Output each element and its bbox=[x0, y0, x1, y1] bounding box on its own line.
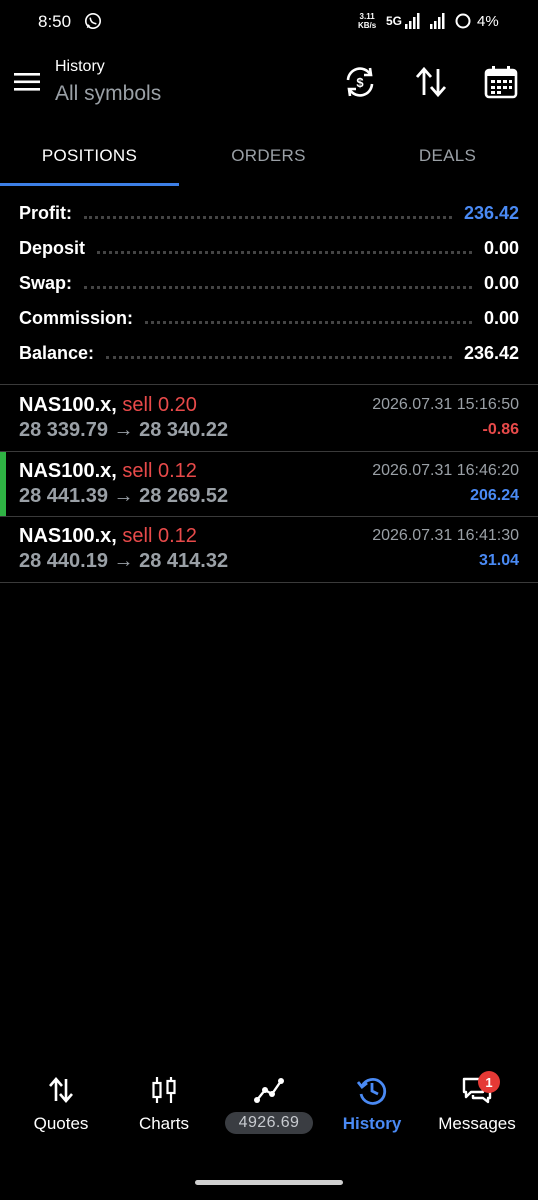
nav-history-label: History bbox=[342, 1114, 402, 1133]
net-speed-value: 3.11 bbox=[359, 12, 375, 21]
deal-symbol-line: NAS100.x, sell 0.12 bbox=[19, 525, 197, 548]
app-bar: History All symbols $ bbox=[0, 50, 538, 120]
history-clock-icon bbox=[356, 1078, 387, 1105]
net-speed: 3.11 KB/s bbox=[358, 12, 376, 30]
profit-label: Profit: bbox=[19, 203, 72, 223]
battery-icon bbox=[455, 13, 471, 29]
deal-side: sell 0.12 bbox=[122, 525, 197, 547]
summary-row-deposit: Deposit 0.00 bbox=[0, 231, 538, 266]
deal-time: 2026.07.31 16:46:20 bbox=[372, 462, 519, 479]
nav-charts-label: Charts bbox=[138, 1114, 190, 1133]
network-type: 5G bbox=[386, 14, 403, 28]
dotted-leader bbox=[84, 216, 452, 219]
tab-orders[interactable]: ORDERS bbox=[179, 126, 358, 186]
deposit-value: 0.00 bbox=[483, 238, 519, 258]
summary-section: Profit: 236.42 Deposit 0.00 Swap: 0.00 C… bbox=[0, 196, 538, 371]
deal-side: sell 0.20 bbox=[122, 394, 197, 416]
symbol-filter[interactable]: All symbols bbox=[55, 82, 161, 106]
swap-value: 0.00 bbox=[483, 273, 519, 293]
deal-prices: 28 339.79 → 28 340.22 bbox=[19, 419, 229, 441]
deal-time: 2026.07.31 16:41:30 bbox=[372, 527, 519, 544]
deal-row[interactable]: NAS100.x, sell 0.20 28 339.79 → 28 340.2… bbox=[0, 386, 538, 451]
whatsapp-icon bbox=[84, 12, 102, 30]
tab-positions[interactable]: POSITIONS bbox=[0, 126, 179, 186]
home-indicator[interactable] bbox=[195, 1180, 343, 1185]
deal-symbol: NAS100.x, bbox=[19, 460, 117, 482]
signal-icon bbox=[405, 13, 420, 29]
selected-accent-bar bbox=[0, 452, 6, 517]
tab-indicator bbox=[0, 183, 179, 186]
summary-row-profit: Profit: 236.42 bbox=[0, 196, 538, 231]
nav-quotes-label: Quotes bbox=[33, 1114, 89, 1133]
nav-messages-label: Messages bbox=[438, 1114, 516, 1133]
deposit-label: Deposit bbox=[19, 238, 86, 258]
commission-label: Commission: bbox=[19, 308, 134, 328]
deal-side: sell 0.12 bbox=[122, 460, 197, 482]
tab-bar: POSITIONS ORDERS DEALS bbox=[0, 126, 538, 186]
sync-icon[interactable]: $ bbox=[342, 64, 378, 100]
signal-icon-2 bbox=[430, 13, 445, 29]
deal-profit: 31.04 bbox=[478, 552, 519, 569]
deal-time: 2026.07.31 15:16:50 bbox=[372, 396, 519, 413]
tab-deals[interactable]: DEALS bbox=[358, 126, 537, 186]
commission-value: 0.00 bbox=[483, 308, 519, 328]
balance-label: Balance: bbox=[19, 343, 95, 363]
equity-pill[interactable]: 4926.69 bbox=[225, 1112, 313, 1134]
summary-row-commission: Commission: 0.00 bbox=[0, 301, 538, 336]
divider bbox=[0, 384, 538, 385]
profit-value: 236.42 bbox=[463, 203, 519, 223]
nav-history[interactable]: History bbox=[322, 1068, 422, 1148]
menu-icon[interactable] bbox=[14, 71, 40, 93]
deal-prices: 28 440.19 → 28 414.32 bbox=[19, 550, 229, 572]
dotted-leader bbox=[84, 286, 472, 289]
nav-charts[interactable]: Charts bbox=[114, 1068, 214, 1148]
trade-line-icon bbox=[254, 1078, 284, 1103]
deal-row[interactable]: NAS100.x, sell 0.12 28 441.39 → 28 269.5… bbox=[0, 452, 538, 517]
summary-row-balance: Balance: 236.42 bbox=[0, 336, 538, 371]
deal-profit: -0.86 bbox=[482, 421, 519, 438]
deal-symbol: NAS100.x, bbox=[19, 394, 117, 416]
nav-messages[interactable]: Messages bbox=[427, 1068, 527, 1148]
nav-trade[interactable] bbox=[219, 1068, 319, 1148]
nav-quotes[interactable]: Quotes bbox=[11, 1068, 111, 1148]
calendar-icon[interactable] bbox=[483, 64, 519, 100]
messages-badge: 1 bbox=[478, 1071, 500, 1093]
status-time: 8:50 bbox=[38, 12, 72, 31]
bottom-nav: Quotes Charts History Messages bbox=[0, 1068, 538, 1148]
dotted-leader bbox=[106, 356, 452, 359]
deal-symbol: NAS100.x, bbox=[19, 525, 117, 547]
status-bar: 8:50 3.11 KB/s 5G 4% bbox=[0, 0, 538, 44]
divider bbox=[0, 582, 538, 583]
net-speed-unit: KB/s bbox=[358, 21, 377, 30]
deal-symbol-line: NAS100.x, sell 0.20 bbox=[19, 394, 197, 417]
swap-label: Swap: bbox=[19, 273, 73, 293]
sort-icon[interactable] bbox=[413, 64, 449, 100]
battery-percent: 4% bbox=[477, 13, 499, 30]
screen: 8:50 3.11 KB/s 5G 4% History All symbols… bbox=[0, 0, 538, 1200]
summary-row-swap: Swap: 0.00 bbox=[0, 266, 538, 301]
deal-symbol-line: NAS100.x, sell 0.12 bbox=[19, 460, 197, 483]
dotted-leader bbox=[97, 251, 472, 254]
candlestick-icon bbox=[152, 1077, 176, 1103]
deal-row[interactable]: NAS100.x, sell 0.12 28 440.19 → 28 414.3… bbox=[0, 517, 538, 582]
page-title: History bbox=[55, 58, 105, 75]
dotted-leader bbox=[145, 321, 472, 324]
quotes-arrows-icon bbox=[49, 1077, 73, 1103]
svg-text:$: $ bbox=[356, 75, 364, 90]
deal-profit: 206.24 bbox=[470, 487, 519, 504]
balance-value: 236.42 bbox=[463, 343, 519, 363]
deal-prices: 28 441.39 → 28 269.52 bbox=[19, 485, 229, 507]
